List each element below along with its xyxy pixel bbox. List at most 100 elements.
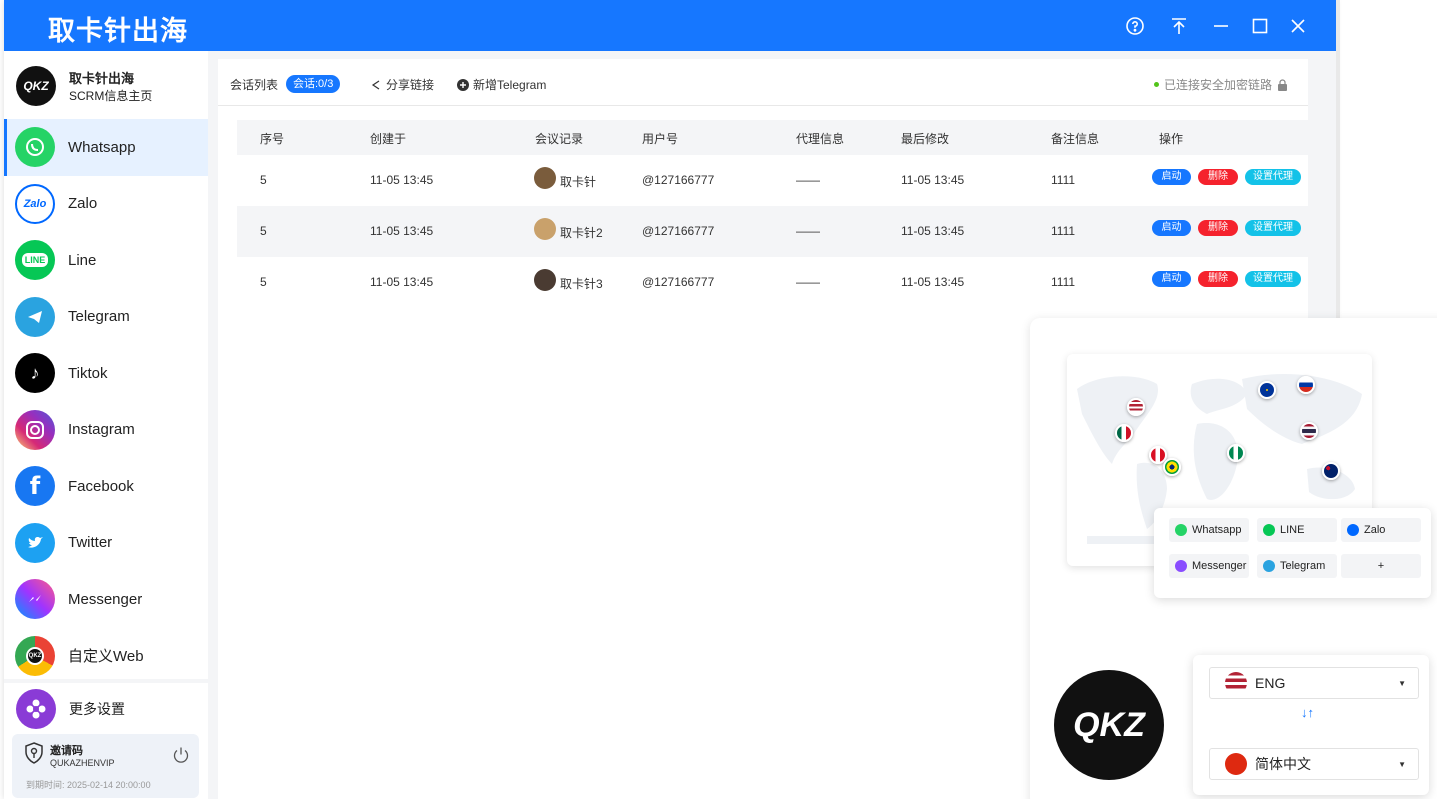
line-icon: LINE (15, 240, 55, 281)
app-chip-telegram[interactable]: Telegram (1257, 554, 1337, 578)
app-chip-label: Messenger (1192, 560, 1247, 572)
modified-at: 11-05 13:45 (901, 173, 965, 187)
sidebar-item-facebook[interactable]: f Facebook (4, 458, 208, 515)
usa-flag-icon (1225, 672, 1247, 694)
telegram-icon (15, 296, 55, 337)
row-index: 5 (260, 173, 267, 187)
sidebar-item-line[interactable]: LINE Line (4, 232, 208, 289)
sidebar-item-twitter[interactable]: Twitter (4, 515, 208, 572)
invite-code: QUKAZHENVIP (50, 758, 115, 768)
sidebar-item-telegram[interactable]: Telegram (4, 289, 208, 346)
session-name: 取卡针3 (560, 277, 603, 291)
session-name: 取卡针 (560, 175, 597, 189)
app-chip-label: Zalo (1364, 524, 1386, 536)
app-chip-label: Whatsapp (1192, 524, 1242, 536)
proxy-info: —— (796, 173, 820, 187)
row-index: 5 (260, 275, 267, 289)
brand-logo: QKZ (16, 66, 56, 106)
close-icon[interactable] (1285, 13, 1311, 39)
app-chip-label: Telegram (1280, 560, 1326, 572)
instagram-icon (15, 409, 55, 450)
modified-at: 11-05 13:45 (901, 275, 965, 289)
sidebar-item-web[interactable]: QKZ 自定义Web (4, 628, 208, 685)
app-chip-add[interactable]: + (1341, 554, 1421, 578)
sidebar-item-tiktok[interactable]: ♪ Tiktok (4, 345, 208, 402)
share-link-button[interactable]: 分享链接 (370, 76, 434, 93)
start-button[interactable]: 启动 (1152, 271, 1191, 287)
delete-button[interactable]: 删除 (1198, 169, 1238, 185)
sidebar-item-whatsapp[interactable]: Whatsapp (4, 119, 208, 176)
thailand-flag-pin-icon (1300, 422, 1318, 440)
table-row[interactable]: 5 11-05 13:45 @127166777 —— 11-05 13:45 1111 取… (237, 155, 1308, 206)
zalo-icon: Zalo (15, 183, 55, 224)
avatar (534, 269, 556, 291)
sidebar-item-label: Instagram (68, 421, 135, 439)
delete-button[interactable]: 删除 (1198, 271, 1238, 287)
qkz-logo-badge: QKZ (1054, 670, 1164, 780)
sidebar-nav: Whatsapp Zalo Zalo LINE Line Telegram ♪ Tiktok I… (4, 119, 208, 684)
column-header: 备注信息 (1051, 132, 1100, 146)
sidebar-item-zalo[interactable]: Zalo Zalo (4, 176, 208, 233)
source-language-select[interactable]: ENG ▼ (1209, 667, 1419, 699)
pin-top-icon[interactable] (1166, 13, 1192, 39)
app-chip-label: LINE (1280, 524, 1305, 536)
app-chip-whatsapp[interactable]: Whatsapp (1169, 518, 1249, 542)
title-bar: 取卡针出海 (4, 0, 1336, 51)
flower-settings-icon (16, 689, 56, 729)
australia-flag-pin-icon (1322, 462, 1340, 480)
column-header: 操作 (1159, 132, 1184, 146)
modified-at: 11-05 13:45 (901, 224, 965, 238)
invite-card: 邀请码 QUKAZHENVIP 到期时间: 2025-02-14 20:00:0… (12, 734, 199, 798)
start-button[interactable]: 启动 (1152, 220, 1191, 236)
more-settings-button[interactable]: 更多设置 (4, 689, 208, 729)
avatar (534, 218, 556, 240)
add-telegram-button[interactable]: 新增Telegram (457, 76, 546, 93)
sidebar-item-messenger[interactable]: Messenger (4, 571, 208, 628)
note: 1111 (1051, 224, 1076, 238)
user-number: @127166777 (642, 275, 715, 289)
set-proxy-button[interactable]: 设置代理 (1245, 220, 1301, 236)
proxy-info: —— (796, 275, 820, 289)
row-index: 5 (260, 224, 267, 238)
created-at: 11-05 13:45 (370, 224, 434, 238)
power-icon[interactable] (172, 746, 190, 764)
invite-title: 邀请码 (50, 745, 83, 757)
maximize-icon[interactable] (1247, 13, 1273, 39)
set-proxy-button[interactable]: 设置代理 (1245, 271, 1301, 287)
column-header: 会议记录 (535, 132, 584, 146)
zalo-icon (1347, 524, 1359, 536)
proxy-info: —— (796, 224, 820, 238)
add-telegram-label: 新增Telegram (473, 78, 547, 92)
whatsapp-icon (15, 127, 55, 168)
table-row[interactable]: 5 11-05 13:45 @127166777 —— 11-05 13:45 1111 取… (237, 257, 1308, 308)
sidebar-item-instagram[interactable]: Instagram (4, 402, 208, 459)
start-button[interactable]: 启动 (1152, 169, 1191, 185)
delete-button[interactable]: 删除 (1198, 220, 1238, 236)
twitter-icon (15, 522, 55, 563)
set-proxy-button[interactable]: 设置代理 (1245, 169, 1301, 185)
add-circle-icon (457, 78, 469, 91)
created-at: 11-05 13:45 (370, 275, 434, 289)
note: 1111 (1051, 173, 1076, 187)
lock-icon (1278, 78, 1287, 91)
help-icon[interactable] (1122, 13, 1148, 39)
app-chip-messenger[interactable]: Messenger (1169, 554, 1249, 578)
swap-languages-icon[interactable]: ↓↑ (1301, 705, 1314, 720)
whatsapp-icon (1175, 524, 1187, 536)
column-header: 用户号 (642, 132, 679, 146)
promo-panel: Whatsapp LINE Zalo Messenger Telegram + QKZ E… (1030, 318, 1437, 799)
eu-flag-pin-icon (1258, 381, 1276, 399)
minimize-icon[interactable] (1208, 13, 1234, 39)
avatar (534, 167, 556, 189)
note: 1111 (1051, 275, 1076, 289)
table-row[interactable]: 5 11-05 13:45 @127166777 —— 11-05 13:45 1111 取… (237, 206, 1308, 257)
app-chip-zalo[interactable]: Zalo (1341, 518, 1421, 542)
target-language-select[interactable]: 简体中文 ▼ (1209, 748, 1419, 780)
app-chip-line[interactable]: LINE (1257, 518, 1337, 542)
brand-header[interactable]: QKZ 取卡针出海 SCRM信息主页 (4, 51, 208, 118)
brand-name: 取卡针出海 (69, 71, 135, 86)
sidebar-item-label: Facebook (68, 477, 134, 495)
sidebar-item-label: Tiktok (68, 364, 108, 382)
custom-web-icon: QKZ (15, 635, 55, 676)
user-number: @127166777 (642, 224, 715, 238)
